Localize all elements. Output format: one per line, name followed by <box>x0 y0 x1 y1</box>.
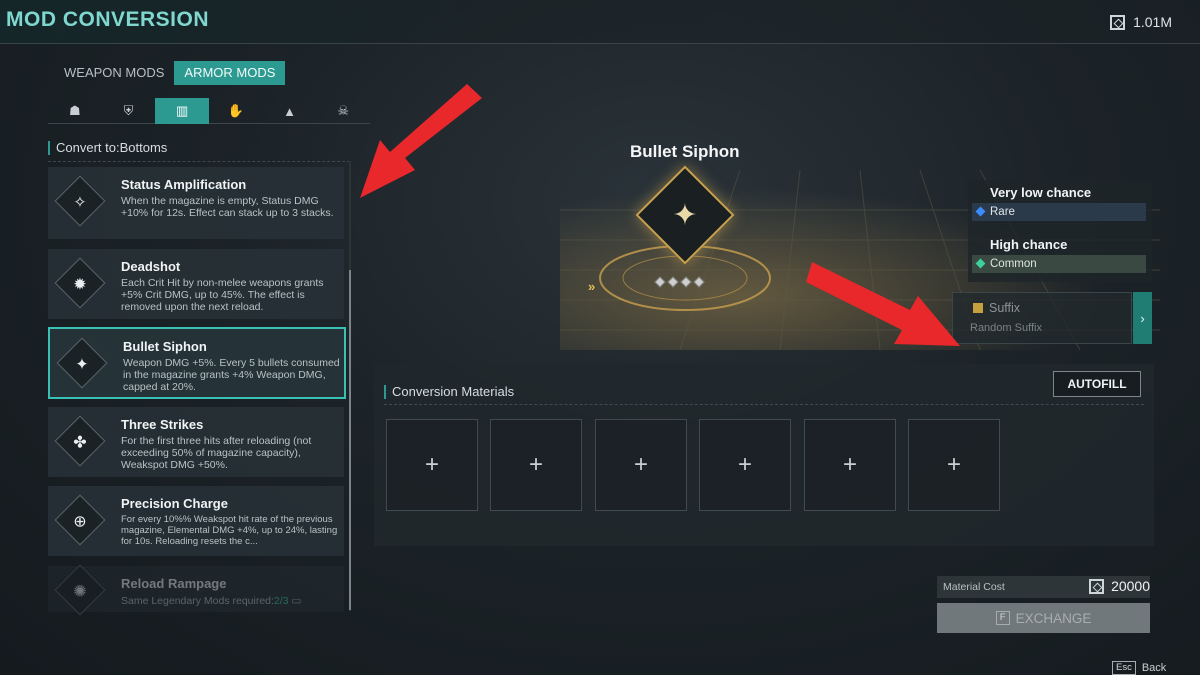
scrollbar-thumb[interactable] <box>349 270 351 610</box>
autofill-button[interactable]: AUTOFILL <box>1053 371 1141 397</box>
convert-to-label: Convert to:Bottoms <box>48 141 167 155</box>
exchange-button[interactable]: F EXCHANGE <box>937 603 1150 633</box>
mod-card-precision-charge[interactable]: ⊕ Precision Charge For every 10%% Weaksp… <box>48 486 344 556</box>
materials-title: Conversion Materials <box>384 385 514 399</box>
mod-description: Weapon DMG +5%. Every 5 bullets consumed… <box>123 357 340 393</box>
material-slot[interactable]: + <box>490 419 582 511</box>
mod-name: Three Strikes <box>121 417 204 432</box>
currency-value: 1.01M <box>1133 14 1172 30</box>
cost-value: 20000 <box>1111 578 1150 594</box>
mod-description: For every 10%% Weakspot hit rate of the … <box>121 514 338 547</box>
mod-name: Bullet Siphon <box>123 339 207 354</box>
tab-weapon-mods[interactable]: WEAPON MODS <box>54 61 174 85</box>
mod-name: Deadshot <box>121 259 181 274</box>
key-hint-esc: Esc <box>1112 661 1136 675</box>
bullet-siphon-icon: ✦ <box>75 356 89 374</box>
boots-icon[interactable]: ▲ <box>263 98 317 124</box>
suffix-icon <box>973 303 983 313</box>
suffix-subtitle: Random Suffix <box>970 322 1042 334</box>
reload-rampage-icon: ✺ <box>73 583 87 601</box>
pip <box>654 276 666 288</box>
key-hint-f: F <box>995 611 1010 625</box>
precision-charge-icon: ⊕ <box>73 513 87 531</box>
bottoms-icon[interactable]: ▥ <box>155 98 210 124</box>
mod-card-deadshot[interactable]: ✹ Deadshot Each Crit Hit by non-melee we… <box>48 249 344 319</box>
mod-name: Precision Charge <box>121 496 228 511</box>
pip <box>667 276 679 288</box>
chevron-right-icon[interactable]: › <box>1133 292 1152 344</box>
material-cube-icon <box>1110 14 1126 30</box>
mod-card-reload-rampage[interactable]: ✺ Reload Rampage Same Legendary Mods req… <box>48 564 344 616</box>
red-arrow-annotation-right <box>806 262 960 346</box>
mod-description: For the first three hits after reloading… <box>121 435 312 471</box>
mod-description: When the magazine is empty, Status DMG +… <box>121 195 334 219</box>
mod-description: Each Crit Hit by non-melee weapons grant… <box>121 277 324 313</box>
three-strikes-icon: ✤ <box>73 434 87 452</box>
pip <box>680 276 692 288</box>
back-button[interactable]: Esc Back <box>1112 661 1166 675</box>
divider <box>384 404 1144 405</box>
back-label: Back <box>1141 662 1167 674</box>
mod-card-three-strikes[interactable]: ✤ Three Strikes For the first three hits… <box>48 407 344 477</box>
material-slot[interactable]: + <box>908 419 1000 511</box>
requirement-count: 2/3 <box>273 595 289 607</box>
rarity-row-common: Common <box>972 255 1146 273</box>
divider <box>48 161 350 162</box>
mod-card-bullet-siphon[interactable]: ✦ Bullet Siphon Weapon DMG +5%. Every 5 … <box>48 327 346 399</box>
conversion-materials-panel: Conversion Materials AUTOFILL + + + + + … <box>374 364 1154 546</box>
deadshot-icon: ✹ <box>73 276 87 294</box>
requirement-text: Same Legendary Mods required: <box>121 595 274 607</box>
double-chevron-icon: » <box>588 279 596 294</box>
chance-title: High chance <box>990 237 1068 252</box>
material-cost-bar: Material Cost 20000 <box>937 576 1150 598</box>
rarity-row-rare: Rare <box>972 203 1146 221</box>
mod-name: Status Amplification <box>121 177 247 192</box>
cost-label: Material Cost <box>943 581 1005 593</box>
rarity-label: Rare <box>990 206 1015 218</box>
mod-name: Reload Rampage <box>121 576 227 591</box>
bullet-siphon-large-icon: ✦ <box>672 198 698 232</box>
material-slot[interactable]: + <box>699 419 791 511</box>
gloves-icon[interactable]: ✋ <box>209 98 263 124</box>
armor-category-bar: ☗ ⛨ ▥ ✋ ▲ ☠ <box>48 98 370 124</box>
material-cube-icon <box>1089 578 1105 594</box>
material-slot[interactable]: + <box>386 419 478 511</box>
helmet-icon[interactable]: ☗ <box>48 98 102 124</box>
chest-armor-icon[interactable]: ⛨ <box>102 98 156 124</box>
chance-title: Very low chance <box>990 185 1092 200</box>
tab-armor-mods[interactable]: ARMOR MODS <box>174 61 286 85</box>
suffix-panel[interactable]: Suffix Random Suffix <box>952 292 1132 344</box>
rarity-pips <box>654 276 705 288</box>
mod-description: Same Legendary Mods required:2/3 ▭ <box>121 595 336 607</box>
diamond-icon <box>975 206 986 217</box>
diamond-icon <box>975 258 986 269</box>
currency-display: 1.01M <box>1110 14 1172 30</box>
page-title: MOD CONVERSION <box>6 8 210 31</box>
material-slot[interactable]: + <box>595 419 687 511</box>
preview-mod-name: Bullet Siphon <box>630 142 740 161</box>
red-arrow-annotation-left <box>360 84 482 198</box>
exchange-label: EXCHANGE <box>1015 610 1092 626</box>
pip <box>693 276 705 288</box>
mod-type-tabs: WEAPON MODS ARMOR MODS <box>54 61 286 85</box>
rarity-label: Common <box>990 258 1037 270</box>
mod-card-status-amplification[interactable]: ✧ Status Amplification When the magazine… <box>48 167 344 239</box>
status-amplification-icon: ✧ <box>73 194 87 212</box>
conversion-chance-panel: Very low chance Rare High chance Common <box>968 180 1152 282</box>
lock-icon: ▭ <box>291 595 302 607</box>
material-slot[interactable]: + <box>804 419 896 511</box>
suffix-title: Suffix <box>989 301 1021 315</box>
